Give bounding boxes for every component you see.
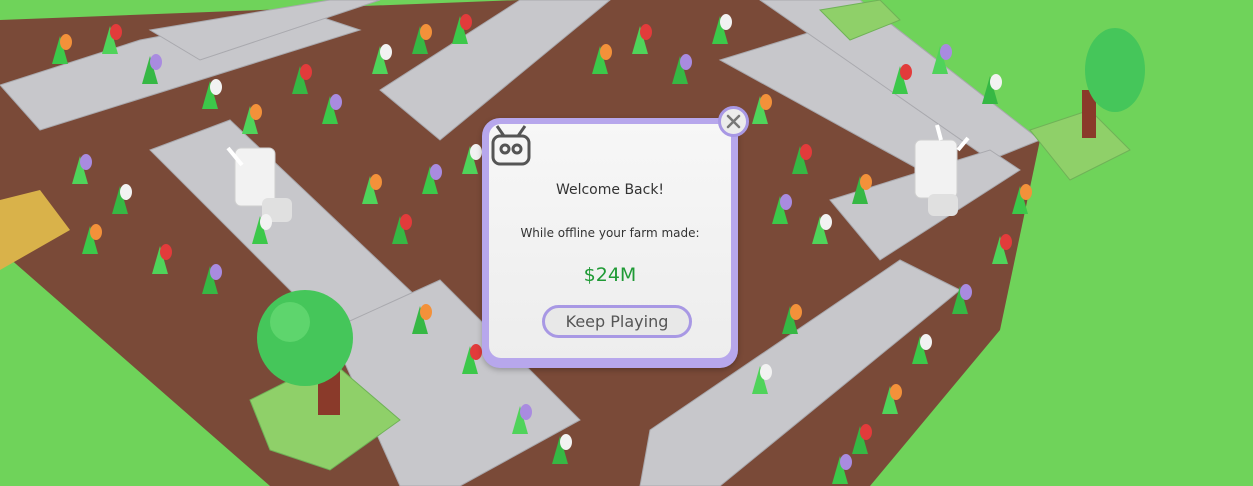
offline-message: While offline your farm made: [520, 226, 700, 240]
farm-scene: Welcome Back! While offline your farm ma… [0, 0, 1253, 486]
dialog-title: Welcome Back! [555, 182, 665, 198]
close-dialog-button[interactable] [718, 106, 749, 137]
welcome-back-dialog: Welcome Back! While offline your farm ma… [482, 118, 738, 368]
dialog-card: Welcome Back! While offline your farm ma… [489, 124, 731, 358]
robot-icon [491, 125, 531, 166]
close-icon [726, 114, 741, 129]
offline-earnings: $24M [583, 264, 637, 286]
keep-playing-button[interactable]: Keep Playing [542, 305, 692, 338]
